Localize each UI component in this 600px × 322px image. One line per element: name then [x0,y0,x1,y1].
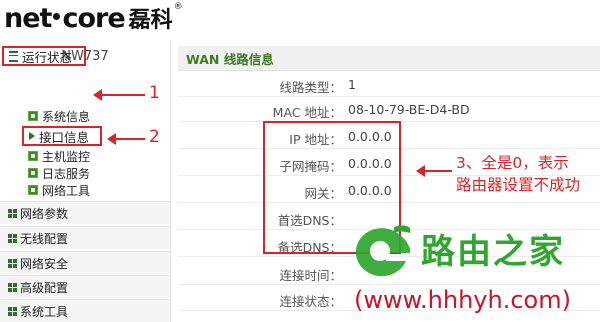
logo-text-core: core [62,2,125,34]
logo-dot [53,12,61,20]
bullet-icon [28,151,38,161]
row-label: MAC 地址： [272,105,342,120]
sidebar-item-system-tools[interactable]: 系统工具 [0,299,170,322]
sidebar-sub-item-label: 网络工具 [42,183,91,198]
panel-header: WAN 线路信息 [178,46,600,71]
sidebar-item-label: 系统工具 [20,304,69,319]
grid-icon [8,258,17,268]
sidebar-sub-item-host-monitor[interactable]: 主机监控 [28,148,90,164]
sidebar-item-status[interactable]: 运行状态 [2,46,86,66]
grid-icon [8,282,17,292]
sidebar-sub-item-log-service[interactable]: 日志服务 [28,165,90,181]
callout-note: 3、全是0，表示 路由器设置不成功 [456,152,580,196]
bullet-icon [28,168,38,178]
bullet-icon [28,185,38,195]
sidebar-item-label: 网络安全 [20,256,69,271]
sidebar-sub-item-label: 日志服务 [42,166,91,181]
row-label: 连接状态： [279,294,342,309]
sidebar-item-label: 运行状态 [22,49,73,65]
sidebar-item-advanced-config[interactable]: 高级配置 [0,275,170,298]
watermark-text: 路由之家 [421,232,565,272]
sidebar-sub-item-label: 接口信息 [39,129,90,145]
sidebar-item-label: 网络参数 [20,206,69,221]
sidebar-sub-item-label: 主机监控 [42,149,91,164]
netcore-logo: net core 磊科 ® [4,2,183,34]
top-bar: net core 磊科 ® [0,0,600,40]
row-label: 连接时间： [279,268,342,283]
grid-icon [8,208,17,218]
callout-arrow-1 [93,89,145,101]
panel-title: WAN 线路信息 [186,52,274,67]
play-arrow-icon [29,132,35,140]
callout-arrow-3 [416,165,452,177]
callout-note-line-2: 路由器设置不成功 [456,176,581,194]
watermark-url: (www.hhhyh.com) [354,286,571,314]
grid-icon [8,306,17,316]
sidebar-sub-item-system-info[interactable]: 系统信息 [28,108,90,124]
info-row-mac: MAC 地址： 08-10-79-BE-D4-BD [178,97,600,122]
sidebar-sub-item-network-tools[interactable]: 网络工具 [28,182,90,198]
callout-number-1: 1 [149,83,160,103]
sidebar-item-network-params[interactable]: 网络参数 [0,201,170,224]
callout-note-line-1: 3、全是0，表示 [456,154,569,172]
logo-text-net: net [4,2,52,34]
callout-arrow-2 [107,133,145,145]
bullet-icon [28,111,38,121]
callout-number-2: 2 [149,127,160,147]
row-label: 线路类型： [279,80,342,95]
sidebar-sub-item-label: 系统信息 [42,109,91,124]
sidebar-item-label: 无线配置 [20,231,69,246]
logo-text-cn: 磊科 [128,8,173,33]
row-value: 08-10-79-BE-D4-BD [348,102,470,117]
info-row-line-type: 线路类型： 1 [178,72,600,97]
watermark-logo-icon [355,225,411,277]
row-value: 1 [348,77,356,92]
menu-icon [9,50,18,62]
sidebar-item-wireless-config[interactable]: 无线配置 [0,226,170,249]
grid-icon [8,233,17,243]
sidebar-item-label: 高级配置 [20,280,69,295]
sidebar-sub-item-interface-info[interactable]: 接口信息 [22,126,102,146]
logo-reg-mark: ® [173,2,183,12]
sidebar-item-network-security[interactable]: 网络安全 [0,251,170,274]
